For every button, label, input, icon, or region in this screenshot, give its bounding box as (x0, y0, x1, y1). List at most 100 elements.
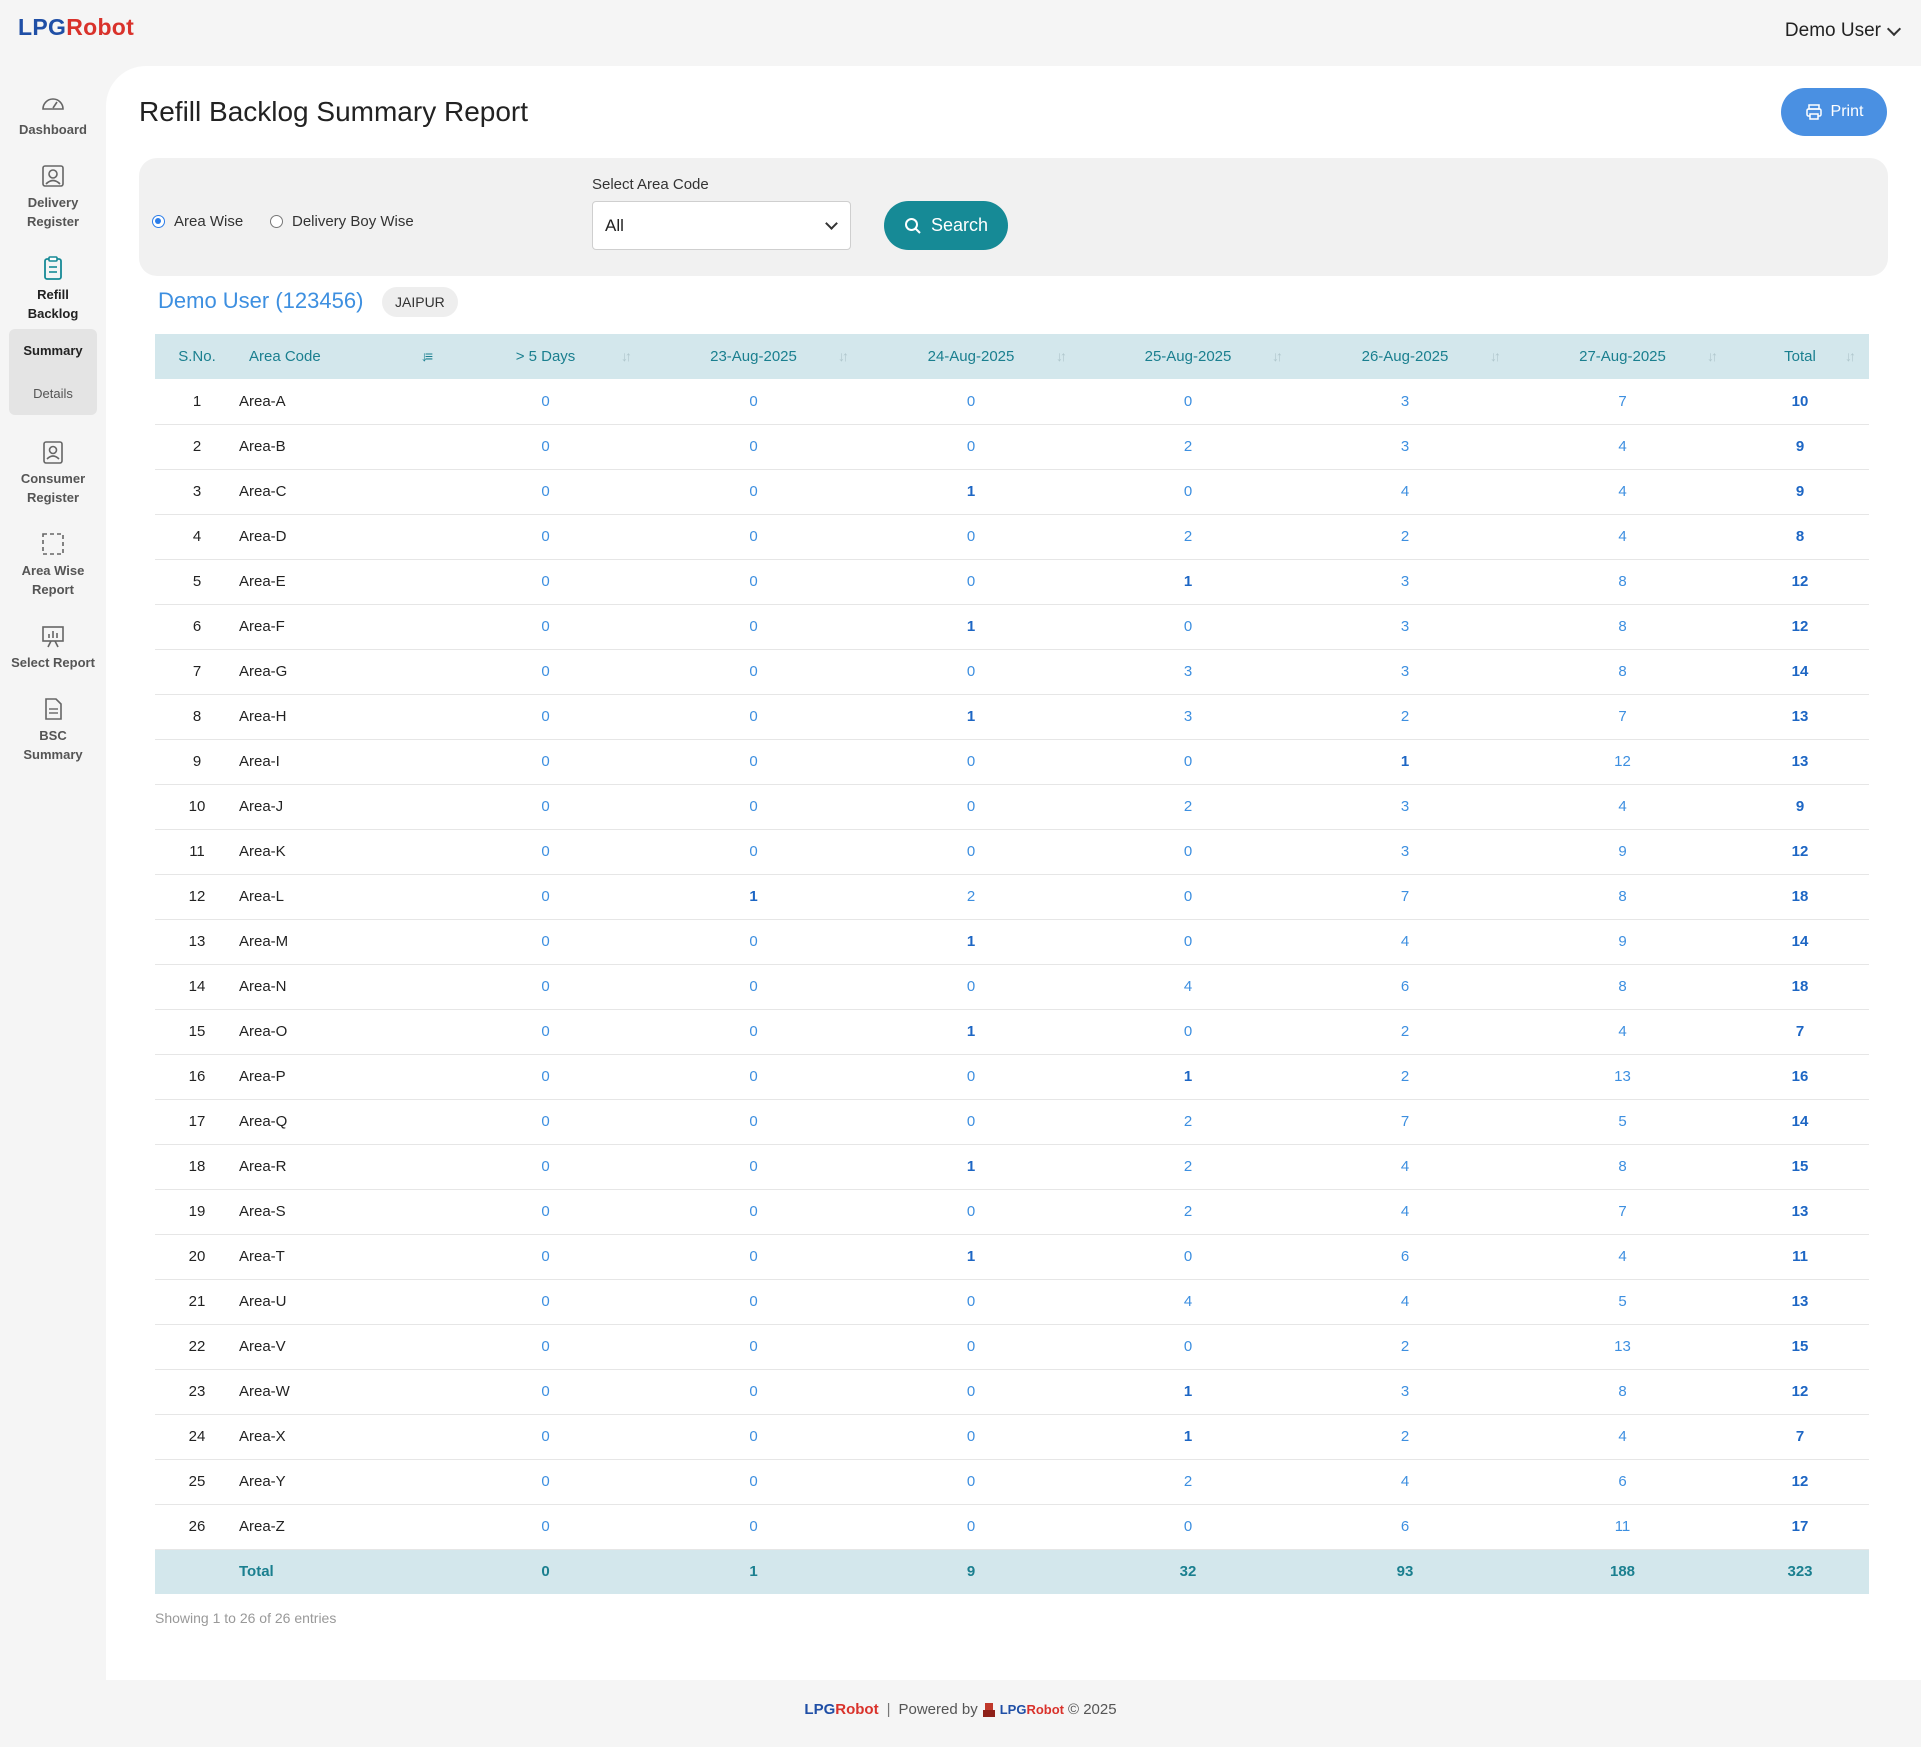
cell-count[interactable]: 3 (1080, 694, 1296, 740)
cell-count[interactable]: 2 (1296, 1414, 1514, 1460)
cell-total[interactable]: 13 (1731, 1189, 1869, 1235)
cell-count[interactable]: 5 (1514, 1279, 1731, 1325)
cell-total[interactable]: 11 (1731, 1234, 1869, 1280)
cell-count[interactable]: 0 (645, 1414, 862, 1460)
cell-count[interactable]: 0 (446, 964, 645, 1010)
cell-count[interactable]: 2 (1080, 784, 1296, 830)
cell-count[interactable]: 4 (1514, 1414, 1731, 1460)
cell-count[interactable]: 0 (645, 604, 862, 650)
cell-count[interactable]: 0 (862, 1324, 1080, 1370)
cell-count[interactable]: 0 (1080, 829, 1296, 875)
cell-count[interactable]: 0 (446, 739, 645, 785)
cell-count[interactable]: 12 (1514, 739, 1731, 785)
submenu-details[interactable]: Details (9, 384, 97, 403)
cell-count[interactable]: 8 (1514, 874, 1731, 920)
cell-count[interactable]: 3 (1080, 649, 1296, 695)
cell-count[interactable]: 6 (1514, 1459, 1731, 1505)
sidebar-item-consumer-register[interactable]: Consumer Register (0, 439, 106, 507)
cell-count[interactable]: 0 (446, 919, 645, 965)
cell-total[interactable]: 8 (1731, 514, 1869, 560)
cell-count[interactable]: 3 (1296, 379, 1514, 425)
cell-total[interactable]: 14 (1731, 919, 1869, 965)
cell-count[interactable]: 0 (446, 1144, 645, 1190)
cell-count[interactable]: 0 (446, 1504, 645, 1550)
col-header-sno[interactable]: S.No. (155, 334, 239, 379)
cell-count[interactable]: 4 (1514, 784, 1731, 830)
cell-count[interactable]: 0 (446, 424, 645, 470)
cell-count[interactable]: 3 (1296, 604, 1514, 650)
cell-count[interactable]: 0 (862, 784, 1080, 830)
cell-count[interactable]: 0 (862, 1459, 1080, 1505)
cell-count[interactable]: 1 (1080, 1054, 1296, 1100)
cell-count[interactable]: 1 (1296, 739, 1514, 785)
cell-count[interactable]: 0 (862, 1414, 1080, 1460)
cell-count[interactable]: 0 (1080, 739, 1296, 785)
cell-total[interactable]: 12 (1731, 604, 1869, 650)
cell-count[interactable]: 0 (446, 694, 645, 740)
brand-logo[interactable]: LPGRobot (18, 14, 134, 41)
cell-count[interactable]: 0 (1080, 604, 1296, 650)
cell-count[interactable]: 3 (1296, 649, 1514, 695)
cell-count[interactable]: 1 (1080, 559, 1296, 605)
cell-count[interactable]: 0 (645, 514, 862, 560)
cell-total[interactable]: 9 (1731, 424, 1869, 470)
cell-count[interactable]: 2 (1296, 1009, 1514, 1055)
cell-count[interactable]: 0 (645, 1504, 862, 1550)
cell-count[interactable]: 0 (645, 1459, 862, 1505)
cell-count[interactable]: 0 (645, 1324, 862, 1370)
cell-total[interactable]: 7 (1731, 1414, 1869, 1460)
cell-total[interactable]: 16 (1731, 1054, 1869, 1100)
cell-count[interactable]: 0 (446, 1054, 645, 1100)
cell-count[interactable]: 0 (645, 379, 862, 425)
cell-count[interactable]: 0 (645, 1369, 862, 1415)
cell-total[interactable]: 15 (1731, 1144, 1869, 1190)
col-header-date-3[interactable]: 25-Aug-2025 ↓↑ (1080, 334, 1296, 379)
col-header-total[interactable]: Total ↓↑ (1731, 334, 1869, 379)
cell-total[interactable]: 12 (1731, 559, 1869, 605)
cell-count[interactable]: 1 (862, 694, 1080, 740)
cell-count[interactable]: 6 (1296, 1234, 1514, 1280)
cell-count[interactable]: 0 (1080, 1009, 1296, 1055)
cell-count[interactable]: 0 (862, 1279, 1080, 1325)
cell-count[interactable]: 0 (645, 1099, 862, 1145)
cell-count[interactable]: 0 (862, 514, 1080, 560)
cell-count[interactable]: 4 (1296, 1279, 1514, 1325)
cell-count[interactable]: 0 (645, 1144, 862, 1190)
cell-count[interactable]: 2 (1296, 694, 1514, 740)
cell-count[interactable]: 1 (862, 1009, 1080, 1055)
cell-count[interactable]: 0 (862, 964, 1080, 1010)
cell-total[interactable]: 18 (1731, 964, 1869, 1010)
cell-count[interactable]: 8 (1514, 559, 1731, 605)
cell-total[interactable]: 17 (1731, 1504, 1869, 1550)
col-header-area-code[interactable]: Area Code ↓≡ (239, 334, 446, 379)
cell-total[interactable]: 13 (1731, 739, 1869, 785)
cell-count[interactable]: 8 (1514, 1369, 1731, 1415)
cell-total[interactable]: 7 (1731, 1009, 1869, 1055)
cell-count[interactable]: 0 (1080, 1324, 1296, 1370)
cell-count[interactable]: 0 (645, 1189, 862, 1235)
cell-count[interactable]: 4 (1296, 1144, 1514, 1190)
cell-total[interactable]: 12 (1731, 1459, 1869, 1505)
cell-count[interactable]: 0 (645, 784, 862, 830)
cell-total[interactable]: 13 (1731, 1279, 1869, 1325)
cell-count[interactable]: 3 (1296, 784, 1514, 830)
cell-count[interactable]: 2 (1296, 1324, 1514, 1370)
cell-count[interactable]: 0 (862, 1189, 1080, 1235)
cell-count[interactable]: 0 (862, 1369, 1080, 1415)
cell-count[interactable]: 8 (1514, 604, 1731, 650)
user-menu[interactable]: Demo User (1785, 20, 1902, 42)
cell-count[interactable]: 0 (446, 1279, 645, 1325)
cell-count[interactable]: 0 (446, 784, 645, 830)
cell-count[interactable]: 8 (1514, 649, 1731, 695)
radio-area-wise[interactable]: Area Wise (152, 213, 243, 230)
cell-count[interactable]: 0 (645, 1234, 862, 1280)
cell-count[interactable]: 0 (1080, 1504, 1296, 1550)
cell-total[interactable]: 18 (1731, 874, 1869, 920)
cell-count[interactable]: 4 (1296, 1189, 1514, 1235)
cell-count[interactable]: 4 (1514, 469, 1731, 515)
cell-count[interactable]: 0 (446, 1459, 645, 1505)
cell-count[interactable]: 0 (645, 1279, 862, 1325)
cell-count[interactable]: 0 (645, 964, 862, 1010)
cell-count[interactable]: 7 (1296, 1099, 1514, 1145)
cell-count[interactable]: 0 (446, 1009, 645, 1055)
